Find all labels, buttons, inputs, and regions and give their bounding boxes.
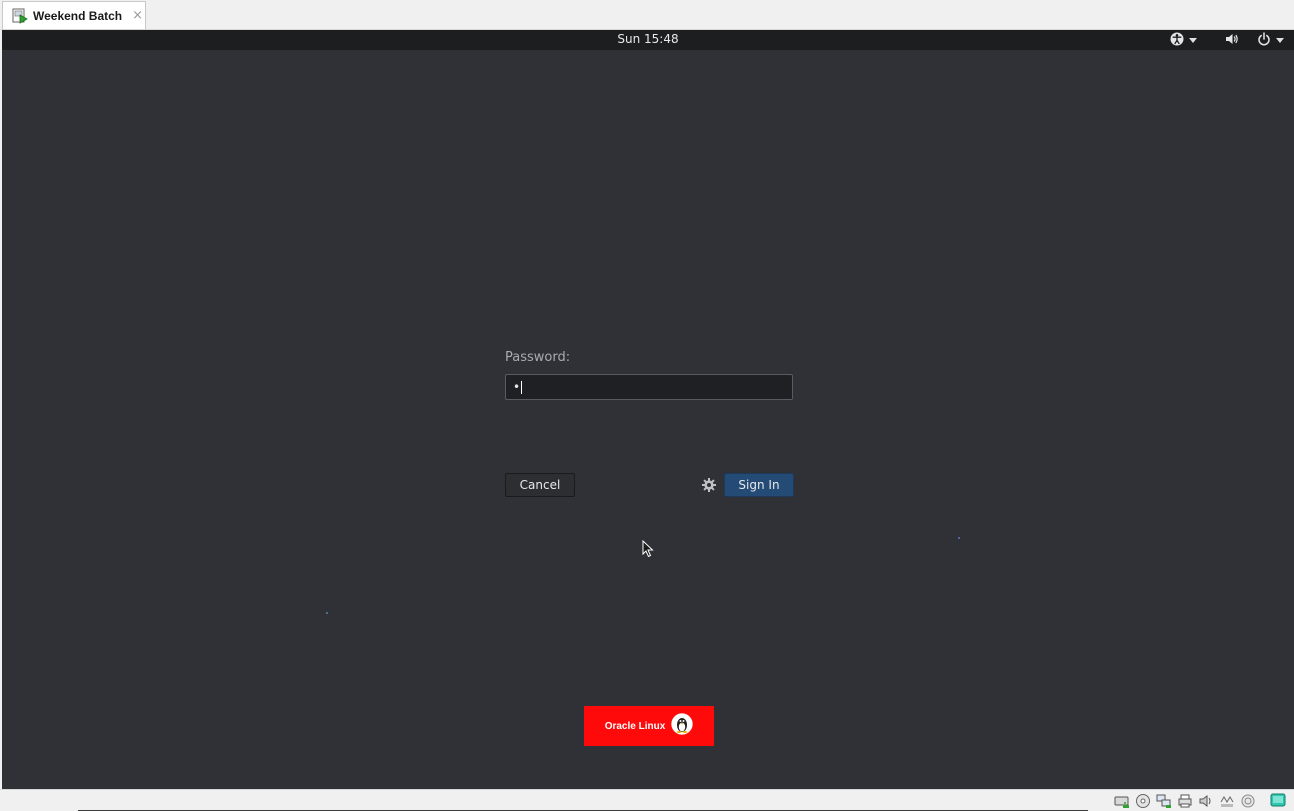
- password-label: Password:: [505, 350, 571, 365]
- pixel-dot: [326, 612, 328, 614]
- oracle-linux-logo: Oracle Linux: [584, 706, 714, 746]
- tab-label: Weekend Batch: [33, 8, 123, 23]
- usb-printer-icon[interactable]: [1177, 793, 1193, 809]
- tab-weekend-batch[interactable]: Weekend Batch ×: [2, 1, 146, 29]
- system-menu[interactable]: [1225, 31, 1284, 50]
- volume-icon: [1225, 31, 1239, 50]
- capture-icon[interactable]: [1240, 793, 1256, 809]
- status-separator: [1261, 793, 1265, 809]
- shared-folder-icon[interactable]: [1219, 793, 1235, 809]
- close-icon[interactable]: ×: [132, 8, 143, 23]
- device-indicators: [1114, 793, 1286, 809]
- logo-text: Oracle Linux: [604, 720, 666, 732]
- guest-screen[interactable]: Sun 15:48 Password: • Cancel Sign In Ora…: [2, 30, 1294, 789]
- mouse-pointer-icon: [642, 539, 654, 562]
- accessibility-menu[interactable]: [1170, 31, 1197, 50]
- text-cursor: [521, 380, 523, 394]
- hard-disk-icon[interactable]: [1114, 793, 1130, 809]
- network-icon[interactable]: [1156, 793, 1172, 809]
- gnome-top-bar: Sun 15:48: [2, 30, 1294, 50]
- chevron-down-icon: [1189, 37, 1197, 43]
- password-field[interactable]: •: [505, 374, 793, 400]
- gear-icon[interactable]: [701, 477, 717, 493]
- power-icon: [1257, 31, 1271, 50]
- cancel-button[interactable]: Cancel: [505, 473, 575, 497]
- audio-icon[interactable]: [1198, 793, 1214, 809]
- password-mask: •: [513, 380, 521, 394]
- host-key-icon[interactable]: [1270, 793, 1286, 809]
- optical-drive-icon[interactable]: [1135, 793, 1151, 809]
- vm-status-bar: [0, 789, 1294, 811]
- system-tray: [1170, 31, 1284, 50]
- tab-bar: Weekend Batch ×: [0, 0, 1294, 30]
- pixel-dot: [958, 537, 960, 539]
- vm-host-window: Weekend Batch × Sun 15:48 Password: • Ca…: [0, 0, 1294, 811]
- chevron-down-icon: [1276, 37, 1284, 43]
- vm-running-icon: [12, 8, 28, 24]
- clock[interactable]: Sun 15:48: [2, 32, 1294, 46]
- sign-in-button[interactable]: Sign In: [724, 473, 794, 497]
- accessibility-icon: [1170, 31, 1184, 50]
- tux-penguin-icon: [671, 713, 694, 739]
